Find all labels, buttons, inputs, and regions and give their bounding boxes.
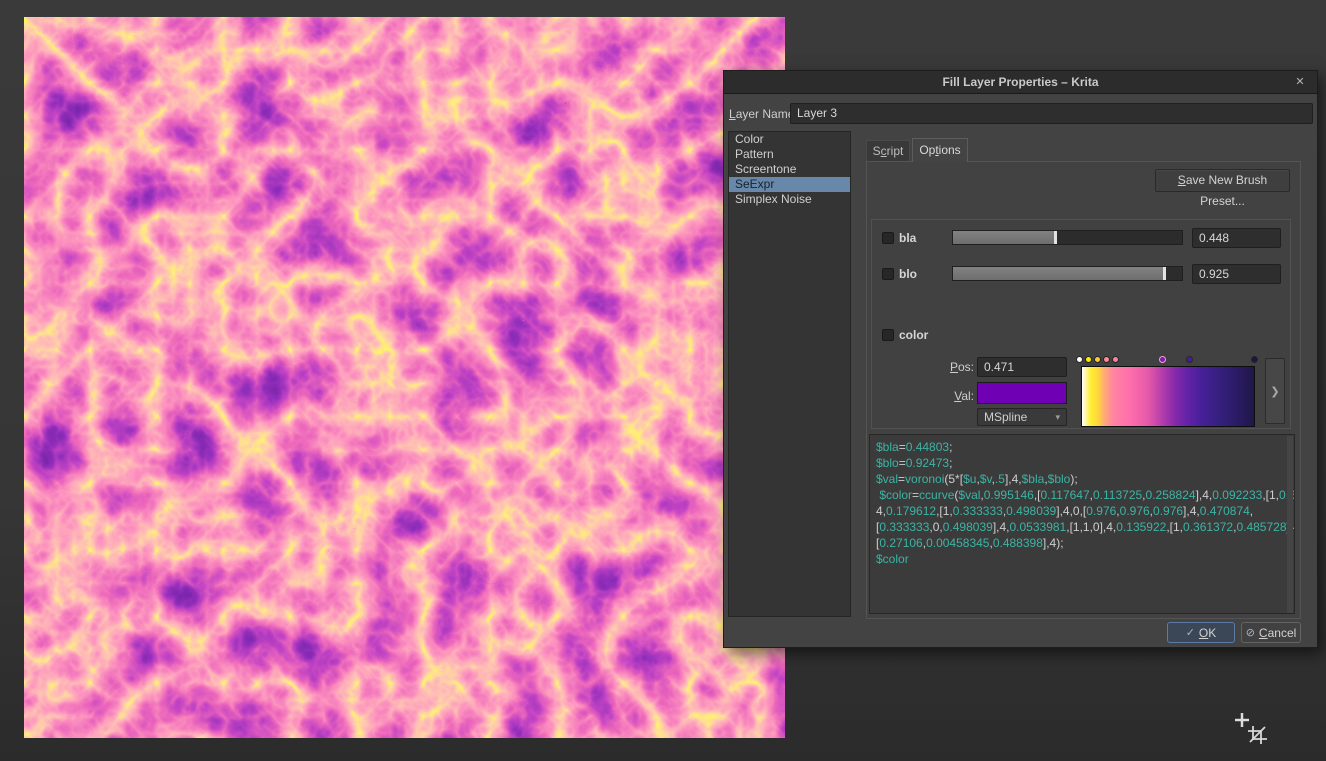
gradient-stop[interactable]	[1094, 356, 1101, 363]
val-label: Val:	[940, 389, 974, 403]
interpolation-combo-value: MSpline	[984, 410, 1027, 424]
check-icon: ✓	[1186, 626, 1195, 639]
variables-frame: bla 0.448 blo 0.925 color Pos: 0.471 Val…	[871, 219, 1291, 429]
bla-value-field[interactable]: 0.448	[1192, 228, 1281, 248]
chevron-right-icon: ❯	[1270, 385, 1279, 398]
bla-slider[interactable]	[952, 230, 1183, 245]
val-color-swatch[interactable]	[977, 382, 1067, 404]
fill-type-list[interactable]: ColorPatternScreentoneSeExprSimplex Nois…	[728, 131, 851, 617]
color-checkbox[interactable]	[882, 329, 894, 341]
crop-tool-cursor	[1233, 711, 1269, 745]
gradient-stops	[1078, 355, 1259, 365]
blo-slider[interactable]	[952, 266, 1183, 281]
close-icon[interactable]: ✕	[1292, 74, 1308, 90]
bla-label: bla	[899, 231, 916, 245]
dialog-title: Fill Layer Properties – Krita	[942, 75, 1098, 89]
gradient-next-button[interactable]: ❯	[1265, 358, 1285, 424]
script-code-line: $color	[876, 551, 1292, 567]
script-code-line: [0.333333,0,0.498039],4,0.0533981,[1,1,0…	[876, 519, 1292, 535]
tab-options[interactable]: Options	[912, 138, 968, 162]
ok-button-label: OK	[1199, 626, 1216, 640]
fill-type-pattern[interactable]: Pattern	[729, 147, 850, 162]
gradient-stop[interactable]	[1112, 356, 1119, 363]
script-preview-box[interactable]: $bla=0.44803;$blo=0.92473;$val=voronoi(5…	[869, 434, 1295, 614]
blo-checkbox[interactable]	[882, 268, 894, 280]
interpolation-combo[interactable]: MSpline ▾	[977, 408, 1067, 426]
gradient-stop[interactable]	[1251, 356, 1258, 363]
blo-label: blo	[899, 267, 917, 281]
color-label: color	[899, 328, 928, 342]
script-code-line: $val=voronoi(5*[$u,$v,.5],4,$bla,$blo);	[876, 471, 1292, 487]
script-code-line: $blo=0.92473;	[876, 455, 1292, 471]
blo-slider-handle[interactable]	[1163, 267, 1166, 280]
dialog-titlebar[interactable]: Fill Layer Properties – Krita ✕	[724, 71, 1317, 94]
fill-type-seexpr[interactable]: SeExpr	[729, 177, 850, 192]
cancel-button-label: Cancel	[1259, 626, 1296, 640]
gradient-stop[interactable]	[1076, 356, 1083, 363]
tab-script[interactable]: Script	[866, 140, 910, 162]
gradient-stop[interactable]	[1159, 356, 1166, 363]
script-code-line: $bla=0.44803;	[876, 439, 1292, 455]
chevron-down-icon: ▾	[1055, 412, 1060, 423]
layer-name-label: Layer Name:	[729, 107, 798, 121]
blo-slider-fill	[953, 267, 1165, 280]
save-new-brush-preset-button[interactable]: Save New Brush Preset...	[1155, 169, 1290, 192]
pos-label: Pos:	[940, 360, 974, 374]
document-canvas[interactable]	[24, 17, 785, 738]
bla-slider-fill	[953, 231, 1056, 244]
gradient-stop[interactable]	[1085, 356, 1092, 363]
script-code-line: 4,0.179612,[1,0.333333,0.498039],4,0,[0.…	[876, 503, 1292, 519]
script-code: $bla=0.44803;$blo=0.92473;$val=voronoi(5…	[876, 439, 1292, 567]
voronoi-texture-image	[24, 17, 785, 738]
pos-value-field[interactable]: 0.471	[977, 357, 1067, 377]
script-code-line: [0.27106,0.00458345,0.488398],4);	[876, 535, 1292, 551]
options-tab-pane: Save New Brush Preset... bla 0.448 blo 0…	[866, 161, 1301, 619]
gradient-stop[interactable]	[1103, 356, 1110, 363]
gradient-editor[interactable]	[1078, 355, 1259, 431]
ok-button[interactable]: ✓ OK	[1167, 622, 1235, 643]
no-entry-icon: ⊘	[1246, 626, 1255, 639]
layer-name-input[interactable]: Layer 3	[790, 103, 1313, 124]
gradient-preview[interactable]	[1081, 366, 1255, 427]
bla-checkbox[interactable]	[882, 232, 894, 244]
bla-slider-handle[interactable]	[1054, 231, 1057, 244]
gradient-stop[interactable]	[1186, 356, 1193, 363]
fill-type-color[interactable]: Color	[729, 132, 850, 147]
fill-type-simplex-noise[interactable]: Simplex Noise	[729, 192, 850, 207]
fill-layer-properties-dialog: Fill Layer Properties – Krita ✕ Layer Na…	[723, 70, 1318, 648]
fill-type-screentone[interactable]: Screentone	[729, 162, 850, 177]
blo-value-field[interactable]: 0.925	[1192, 264, 1281, 284]
cancel-button[interactable]: ⊘ Cancel	[1241, 622, 1301, 643]
script-code-line: $color=ccurve($val,0.995146,[0.117647,0.…	[876, 487, 1292, 503]
script-scrollbar[interactable]	[1287, 436, 1293, 614]
